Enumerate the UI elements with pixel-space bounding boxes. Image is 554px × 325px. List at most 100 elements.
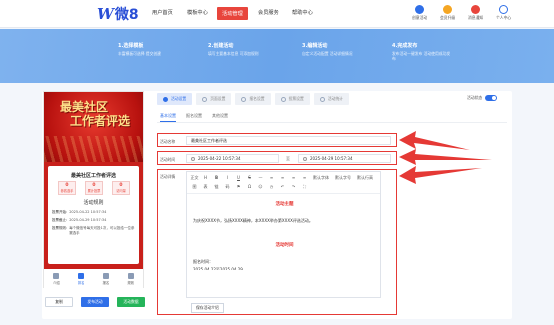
phone-tab-ranking[interactable]: 排名 xyxy=(77,272,85,285)
step-desc: 自定义活动配置 活动详细情况 xyxy=(302,51,353,56)
step-desc: 填写主要基本信息 可添加规则 xyxy=(208,51,259,56)
nav-item-help[interactable]: 帮助中心 xyxy=(292,9,313,16)
nav-upgrade[interactable]: 会员升级 xyxy=(440,5,455,21)
step-1: 1.选择模板 丰富模板可选择 提交创建 xyxy=(118,42,178,56)
step-desc: 丰富模板可选择 提交创建 xyxy=(118,51,161,56)
phone-tabbar: 介绍 排名 报名 规则 xyxy=(44,269,143,288)
subtab-other[interactable]: 其他设置 xyxy=(212,113,228,122)
phone-tab-signup[interactable]: 报名 xyxy=(102,272,110,285)
nav-item-activities[interactable]: 活动管理 xyxy=(217,7,248,20)
rule-value: 2025-04-29 10:57:34 xyxy=(69,218,107,222)
rule-end: 投票截止: 2025-04-29 10:57:34 xyxy=(52,218,106,223)
tab-signup-settings[interactable]: 报名设置 xyxy=(235,93,271,105)
step-dot-icon xyxy=(319,96,325,102)
tab-label: 投票设置 xyxy=(288,96,304,101)
nav-item-templates[interactable]: 模板中心 xyxy=(187,9,208,16)
step-2: 2.创建活动 填写主要基本信息 可添加规则 xyxy=(208,42,268,56)
phone-preview: 最美社区 工作者评选 最美社区工作者评选 0 参赛选手 0 累计投票 0 访问量… xyxy=(43,91,144,288)
logo-text: 微8 xyxy=(114,7,139,23)
poster-rays xyxy=(44,136,143,162)
tab-page-settings[interactable]: 页面设置 xyxy=(196,93,232,105)
nav-profile-label: 个人中心 xyxy=(496,15,512,20)
tab-label: 介绍 xyxy=(53,280,60,285)
subtab-signup[interactable]: 报名设置 xyxy=(186,113,202,122)
home-icon xyxy=(53,272,60,279)
user-icon xyxy=(499,5,509,14)
activity-status: 活动状态 xyxy=(467,95,498,101)
nav-item-membership[interactable]: 会员服务 xyxy=(258,9,279,16)
tab-activity-settings[interactable]: 活动设置 xyxy=(157,93,193,105)
tab-label: 排名 xyxy=(77,280,85,285)
activity-title: 最美社区工作者评选 xyxy=(70,173,116,179)
rule-key: 投票规则: xyxy=(52,226,68,230)
nav-creative-label: 创意活动 xyxy=(412,15,428,20)
rocket-icon xyxy=(415,5,425,14)
signup-icon xyxy=(102,272,109,279)
toggle-label: 活动状态 xyxy=(467,95,483,100)
poster-image: 最美社区 工作者评选 xyxy=(44,92,143,162)
step-dot-icon xyxy=(163,96,168,102)
publish-button[interactable]: 发布活动 xyxy=(81,297,109,307)
rule-voting: 投票规则: 每个微信号每天可投1次，可以投给一位参赛选手 xyxy=(52,226,136,235)
tab-label: 报名设置 xyxy=(249,96,265,101)
activity-data-button[interactable]: 活动数据 xyxy=(117,297,145,307)
stat-visits: 0 访问量 xyxy=(112,181,130,195)
step-3: 3.编辑活动 自定义活动配置 活动详细情况 xyxy=(302,42,362,56)
poster-title-line1: 最美社区 xyxy=(60,100,109,114)
stat-label: 累计投票 xyxy=(87,189,101,193)
crown-icon xyxy=(443,5,453,14)
nav-item-home[interactable]: 用户首页 xyxy=(152,9,173,16)
stat-label: 参赛选手 xyxy=(60,189,74,193)
tab-label: 页面设置 xyxy=(210,96,226,101)
subtab-basic[interactable]: 基本设置 xyxy=(160,113,176,122)
rule-value: 2025-04-22 10:57:34 xyxy=(69,210,107,214)
tab-label: 活动统计 xyxy=(327,96,343,101)
settings-tabs: 活动设置 页面设置 报名设置 投票设置 活动统计 xyxy=(157,93,353,105)
phone-tab-intro[interactable]: 介绍 xyxy=(53,272,60,285)
nav-profile[interactable]: 个人中心 xyxy=(496,5,511,21)
tab-label: 规则 xyxy=(127,280,134,285)
step-dot-icon xyxy=(241,96,247,102)
step-dot-icon xyxy=(202,96,208,102)
tab-label: 报名 xyxy=(102,280,110,285)
ranking-icon xyxy=(78,272,85,279)
preview-actions: 复制 发布活动 活动数据 xyxy=(45,297,145,307)
copy-button[interactable]: 复制 xyxy=(45,297,73,307)
divider xyxy=(157,122,507,123)
poster-title-line2: 工作者评选 xyxy=(70,114,131,128)
nav-creative[interactable]: 创意活动 xyxy=(412,5,427,21)
nav-messages-label: 消息通知 xyxy=(468,15,484,20)
logo-mark: W xyxy=(97,5,114,23)
step-title: 3.编辑活动 xyxy=(302,43,328,49)
phone-tab-rules[interactable]: 规则 xyxy=(127,272,134,285)
step-dot-icon xyxy=(280,96,286,102)
logo[interactable]: W 微8 xyxy=(97,5,139,23)
stats-row: 0 参赛选手 0 累计投票 0 访问量 xyxy=(58,181,130,195)
steps-banner: 1.选择模板 丰富模板可选择 提交创建 2.创建活动 填写主要基本信息 可添加规… xyxy=(0,29,554,83)
step-title: 4.完成发布 xyxy=(392,43,418,49)
rule-key: 投票截止: xyxy=(52,218,68,222)
highlight-time-box xyxy=(157,151,397,165)
step-desc: 发布活动一键发布 活动使用成功发布 xyxy=(392,51,451,61)
sub-tabs: 基本设置 报名设置 其他设置 xyxy=(160,113,238,122)
tab-label: 活动设置 xyxy=(171,96,187,101)
step-4: 4.完成发布 发布活动一键发布 活动使用成功发布 xyxy=(392,42,452,61)
tab-vote-settings[interactable]: 投票设置 xyxy=(274,93,310,105)
rule-start: 投票开始: 2025-04-22 10:57:34 xyxy=(52,210,106,215)
highlight-name-box xyxy=(157,133,397,147)
bell-icon xyxy=(471,5,481,14)
nav-messages[interactable]: 消息通知 xyxy=(468,5,483,21)
rules-icon xyxy=(127,272,134,279)
rule-value: 每个微信号每天可投1次，可以投给一位参赛选手 xyxy=(69,226,135,235)
activity-status-toggle[interactable] xyxy=(485,95,498,101)
activity-card: 最美社区工作者评选 0 参赛选手 0 累计投票 0 访问量 活动规则 投票开始:… xyxy=(48,166,139,264)
stat-label: 访问量 xyxy=(116,189,126,193)
step-title: 2.创建活动 xyxy=(208,43,234,49)
stat-votes: 0 累计投票 xyxy=(85,181,103,195)
rule-key: 投票开始: xyxy=(52,210,68,214)
highlight-detail-box xyxy=(157,169,397,315)
tab-activity-stats[interactable]: 活动统计 xyxy=(313,93,349,105)
step-title: 1.选择模板 xyxy=(118,43,144,49)
stat-participants: 0 参赛选手 xyxy=(58,181,76,195)
nav-upgrade-label: 会员升级 xyxy=(440,15,456,20)
